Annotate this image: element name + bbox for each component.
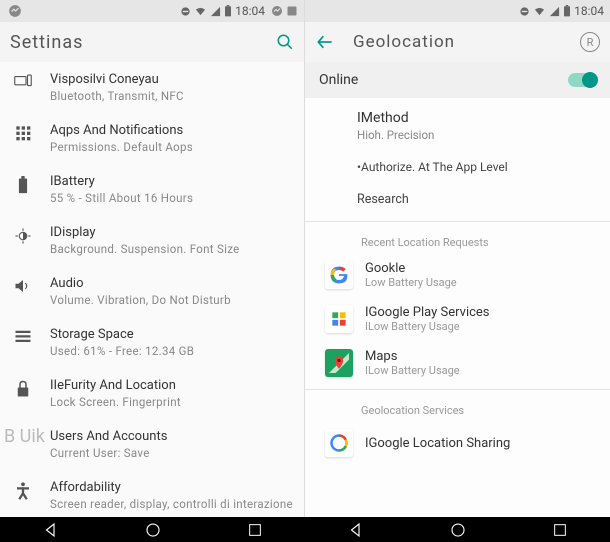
settings-header: Settinas (0, 22, 304, 62)
storage-icon (12, 327, 34, 343)
status-bar-left: 18:04 (0, 0, 304, 22)
item-sub: Screen reader, display, controlli di int… (50, 497, 296, 511)
battery-icon (224, 5, 232, 17)
app-name: IGoogle Play Services (365, 305, 490, 320)
app-name: IGoogle Location Sharing (365, 436, 510, 451)
nav-recent-button[interactable] (247, 522, 263, 538)
app-sub: ILow Battery Usage (365, 320, 490, 333)
battery-icon (12, 174, 34, 194)
recent-requests-header: Recent Location Requests (305, 226, 610, 253)
item-title: Aqps And Notifications (50, 123, 296, 138)
accessibility-icon (12, 480, 34, 500)
navigation-bar (0, 517, 610, 542)
image-icon (286, 5, 298, 17)
clock-text: 18:04 (235, 4, 265, 18)
search-icon[interactable] (276, 33, 294, 51)
audio-icon (12, 276, 34, 294)
settings-item-accessibility[interactable]: Affordability Screen reader, display, con… (0, 470, 304, 517)
geolocation-header: Geolocation R (305, 22, 610, 62)
item-sub: Used: 61% - Free: 12.34 GB (50, 344, 296, 358)
settings-item-audio[interactable]: Audio Volume. Vibration, Do Not Disturb (0, 266, 304, 317)
settings-panel: 18:04 Settinas Visposilvi Coneyau Bluetoo… (0, 0, 305, 517)
item-title: Affordability (50, 480, 296, 495)
item-title: IBattery (50, 174, 296, 189)
signal-icon (549, 6, 560, 17)
apps-icon (12, 123, 34, 141)
app-row-google[interactable]: GookleLow Battery Usage (305, 253, 610, 297)
settings-item-storage[interactable]: Storage Space Used: 61% - Free: 12.34 GB (0, 317, 304, 368)
item-sub: Background. Suspension. Font Size (50, 242, 296, 256)
app-sub: ILow Battery Usage (365, 364, 460, 377)
page-title: Settinas (10, 32, 83, 53)
settings-item-apps[interactable]: Aqps And Notifications Permissions. Defau… (0, 113, 304, 164)
settings-item-users[interactable]: Users And Accounts Current User: Save (0, 419, 304, 470)
geo-services-header: Geolocation Services (305, 394, 610, 421)
nav-back-button[interactable] (347, 521, 365, 539)
settings-item-display[interactable]: IDisplay Background. Suspension. Font Siz… (0, 215, 304, 266)
authorize-row[interactable]: •Authorize. At The App Level (305, 150, 610, 182)
status-bar-right: 18:04 (305, 0, 610, 22)
nav-home-button[interactable] (449, 521, 467, 539)
online-label: Online (319, 72, 358, 88)
online-switch[interactable] (568, 73, 596, 87)
maps-icon (325, 349, 353, 377)
method-title: IMethod (357, 110, 596, 126)
settings-item-devices[interactable]: Visposilvi Coneyau Bluetooth, Transmit, N… (0, 62, 304, 113)
brightness-icon (12, 225, 34, 245)
signal-icon (210, 6, 221, 17)
app-name: Maps (365, 349, 460, 364)
watermark: B Uik (4, 426, 45, 447)
item-title: IDisplay (50, 225, 296, 240)
method-sub: Hioh. Precision (357, 128, 596, 142)
online-toggle-row[interactable]: Online (305, 62, 610, 98)
item-sub: Permissions. Default Aops (50, 140, 296, 154)
battery-icon (563, 5, 571, 17)
item-sub: 55 % - Still About 16 Hours (50, 191, 296, 205)
app-name: Gookle (365, 261, 457, 276)
item-title: Audio (50, 276, 296, 291)
dnd-icon (519, 6, 530, 17)
settings-item-security[interactable]: IIeFurity And Location Lock Screen. Finge… (0, 368, 304, 419)
item-sub: Lock Screen. Fingerprint (50, 395, 296, 409)
google-icon (325, 429, 353, 457)
app-row-maps[interactable]: MapsILow Battery Usage (305, 341, 610, 385)
item-sub: Current User: Save (50, 446, 296, 460)
clock-text: 18:04 (574, 4, 604, 18)
devices-icon (12, 72, 34, 88)
avatar-icon[interactable]: R (580, 32, 600, 52)
settings-list: Visposilvi Coneyau Bluetooth, Transmit, N… (0, 62, 304, 517)
page-title: Geolocation (353, 32, 455, 52)
dnd-icon (180, 6, 191, 17)
app-row-play-services[interactable]: IGoogle Play ServicesILow Battery Usage (305, 297, 610, 341)
google-icon (325, 261, 353, 289)
play-services-icon (325, 305, 353, 333)
app-row-location-sharing[interactable]: IGoogle Location Sharing (305, 421, 610, 465)
item-sub: Volume. Vibration, Do Not Disturb (50, 293, 296, 307)
item-title: Users And Accounts (50, 429, 296, 444)
item-title: IIeFurity And Location (50, 378, 296, 393)
settings-item-battery[interactable]: IBattery 55 % - Still About 16 Hours (0, 164, 304, 215)
back-icon[interactable] (315, 32, 335, 52)
messenger-icon (271, 5, 283, 17)
nav-recent-button[interactable] (552, 522, 568, 538)
lock-icon (12, 378, 34, 398)
item-sub: Bluetooth, Transmit, NFC (50, 89, 296, 103)
research-label: Research (357, 192, 409, 207)
wifi-icon (533, 6, 546, 17)
authorize-label: •Authorize. At The App Level (357, 160, 508, 174)
item-title: Storage Space (50, 327, 296, 342)
research-row[interactable]: Research (305, 182, 610, 217)
item-title: Visposilvi Coneyau (50, 72, 296, 87)
nav-home-button[interactable] (144, 521, 162, 539)
nav-back-button[interactable] (42, 521, 60, 539)
messenger-icon (8, 4, 22, 18)
geolocation-panel: 18:04 Geolocation R Online IMethod Hioh.… (305, 0, 610, 517)
wifi-icon (194, 6, 207, 17)
method-row[interactable]: IMethod Hioh. Precision (305, 98, 610, 150)
app-sub: Low Battery Usage (365, 276, 457, 289)
